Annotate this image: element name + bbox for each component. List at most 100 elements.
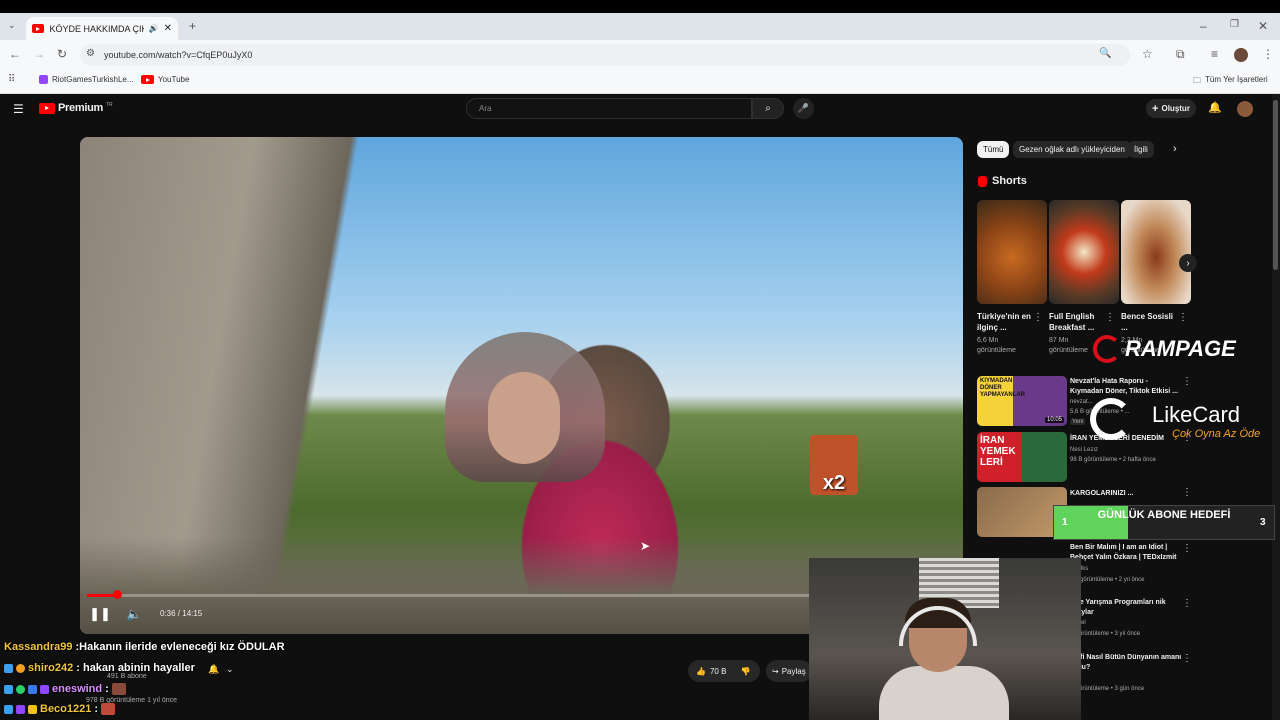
likecard-tagline: Çok Oyna Az Öde — [1172, 428, 1261, 440]
more-options-icon[interactable]: ⋮ — [1182, 376, 1192, 387]
shorts-header: Shorts — [978, 175, 1027, 187]
extensions-icon[interactable]: ⧉ — [1176, 47, 1185, 62]
short-title[interactable]: Türkiye'nin en ilginç ... — [977, 311, 1035, 333]
site-info-icon[interactable]: ⚙ — [86, 48, 95, 59]
close-window-icon[interactable]: ✕ — [1258, 19, 1268, 33]
plus-icon: + — [1152, 102, 1159, 115]
video-meta: B görüntüleme • 3 gün önce — [1070, 686, 1145, 692]
rampage-logo-icon — [1093, 335, 1121, 363]
short-thumbnail[interactable] — [1121, 200, 1191, 304]
create-button[interactable]: + Oluştur — [1146, 99, 1196, 118]
logo-text: Premium — [58, 102, 103, 114]
thumbs-down-icon[interactable]: 👎 — [740, 667, 750, 676]
bookmark-star-icon[interactable]: ☆ — [1142, 47, 1153, 61]
chip-related[interactable]: İlgili — [1128, 141, 1154, 158]
tab-search-icon[interactable]: ⌄ — [8, 20, 16, 31]
streamer-body — [879, 666, 1009, 720]
share-label: Paylaş — [781, 666, 806, 676]
short-title[interactable]: Bence Sosisli ... — [1121, 311, 1179, 333]
short-title[interactable]: Full English Breakfast ... — [1049, 311, 1107, 333]
account-avatar[interactable] — [1237, 101, 1253, 117]
chips-next-icon[interactable]: › — [1173, 143, 1177, 155]
apps-icon[interactable]: ⠿ — [8, 74, 15, 85]
chip-uploader[interactable]: Gezen oğlak adlı yükleyiciden — [1013, 141, 1131, 158]
voice-search-button[interactable]: 🎤 — [793, 98, 814, 119]
maximize-icon[interactable]: ❐ — [1230, 19, 1239, 30]
profile-avatar[interactable] — [1234, 48, 1248, 62]
audio-playing-icon[interactable]: 🔊 — [149, 24, 159, 33]
new-tab-icon[interactable]: + — [189, 19, 196, 33]
search-button[interactable]: ⌕ — [752, 98, 784, 119]
chat-username: Beco1221 — [40, 703, 92, 715]
badge-icon — [16, 684, 25, 694]
video-title[interactable]: ldefi Nasıl Bütün Dünyanın amanı Oldu? — [1070, 653, 1182, 673]
shorts-title: Shorts — [992, 175, 1027, 187]
zoom-icon[interactable]: 🔍 — [1099, 48, 1111, 59]
more-options-icon[interactable]: ⋮ — [1182, 543, 1192, 554]
search-placeholder: Ara — [479, 104, 492, 113]
badge-icon — [16, 663, 25, 673]
menu-icon[interactable]: ⋮ — [1262, 47, 1274, 61]
video-channel: Nesi Lezız — [1070, 447, 1099, 453]
media-control-icon[interactable]: ≡ — [1211, 47, 1218, 61]
volume-button[interactable]: 🔈 — [124, 604, 144, 624]
more-options-icon[interactable]: ⋮ — [1033, 312, 1043, 323]
chat-text: :Hakanın ileride evleneceği kız — [75, 641, 235, 653]
youtube-premium-logo[interactable]: Premium TR — [39, 102, 113, 114]
notification-bell-icon[interactable]: 🔔 — [208, 664, 219, 675]
chat-text: : hakan abinin hayaller — [76, 662, 195, 674]
rampage-text: RAMPAGE — [1125, 336, 1236, 361]
close-tab-icon[interactable]: ✕ — [164, 23, 172, 34]
chip-all[interactable]: Tümü — [977, 141, 1010, 158]
more-options-icon[interactable]: ⋮ — [1178, 312, 1188, 323]
forward-icon[interactable]: → — [33, 47, 45, 61]
like-dislike-group[interactable]: 👍 70 B 👎 — [688, 660, 760, 682]
video-title[interactable]: kiye Yarışma Programları nik Olaylar — [1070, 598, 1182, 618]
share-button[interactable]: ↪ Paylaş — [766, 660, 812, 682]
search-input[interactable]: Ara — [466, 98, 752, 119]
video-meta: B görüntüleme • 3 yıl önce — [1070, 631, 1141, 637]
chevron-down-icon[interactable]: ⌄ — [226, 664, 234, 675]
scrollbar-thumb[interactable] — [1273, 100, 1278, 270]
more-options-icon[interactable]: ⋮ — [1182, 487, 1192, 498]
address-bar[interactable]: youtube.com/watch?v=CfqEP0uJyX0 — [80, 44, 1130, 66]
more-options-icon[interactable]: ⋮ — [1182, 653, 1192, 664]
video-meta: 98 B görüntüleme • 2 hafta önce — [1070, 457, 1156, 463]
goal-end-value: 3 — [1260, 517, 1266, 528]
streamer-webcam — [809, 558, 1081, 720]
thumb-text: İRAN YEMEK LERİ — [980, 435, 1016, 468]
reload-icon[interactable]: ↻ — [57, 47, 67, 61]
bookmark-riot[interactable]: RiotGamesTurkishLe... — [39, 75, 134, 84]
short-thumbnail[interactable] — [1049, 200, 1119, 304]
video-title[interactable]: Ben Bir Malım | I am an Idiot | Behçet Y… — [1070, 543, 1182, 563]
video-thumbnail[interactable]: KIYMADAN DÖNER YAPMAYANLAR 10:05 — [977, 376, 1067, 426]
badge-icon — [4, 663, 13, 673]
browser-tab[interactable]: KÖYDE HAKKIMDA ÇIKAN 🔊 ✕ — [26, 17, 178, 40]
bookmark-youtube[interactable]: YouTube — [141, 75, 189, 84]
more-options-icon[interactable]: ⋮ — [1182, 598, 1192, 609]
short-thumbnail[interactable] — [977, 200, 1047, 304]
hamburger-menu-icon[interactable]: ☰ — [13, 102, 24, 116]
youtube-logo-icon — [39, 102, 55, 114]
likecard-sponsor-logo: LikeCard Çok Oyna Az Öde — [1090, 398, 1270, 444]
more-options-icon[interactable]: ⋮ — [1105, 312, 1115, 323]
video-title[interactable]: Nevzat'la Hata Raporu - Kıymadan Döner, … — [1070, 377, 1182, 397]
chat-text: : — [94, 703, 99, 715]
chat-message: eneswind : — [4, 683, 126, 695]
progress-bar[interactable] — [87, 594, 809, 597]
like-count: 70 B — [709, 666, 727, 676]
chat-message: Beco1221 : — [4, 703, 116, 715]
notifications-bell-icon[interactable]: 🔔 — [1208, 101, 1222, 114]
all-bookmarks[interactable]: 🗀 Tüm Yer İşaretleri — [1193, 75, 1268, 89]
back-icon[interactable]: ← — [9, 47, 21, 61]
video-thumbnail[interactable]: İRAN YEMEK LERİ — [977, 432, 1067, 482]
thumbs-up-icon[interactable]: 👍 — [696, 667, 706, 676]
url-text: youtube.com/watch?v=CfqEP0uJyX0 — [104, 50, 253, 60]
share-icon: ↪ — [772, 666, 779, 676]
shorts-next-button[interactable]: › — [1179, 254, 1197, 272]
pause-button[interactable]: ❚❚ — [89, 604, 111, 624]
minimize-icon[interactable]: – — [1200, 19, 1207, 33]
emote-icon — [101, 703, 116, 715]
subscriber-count: 491 B abone — [107, 673, 147, 680]
video-title[interactable]: KARGOLARINIZI ... — [1070, 489, 1182, 499]
